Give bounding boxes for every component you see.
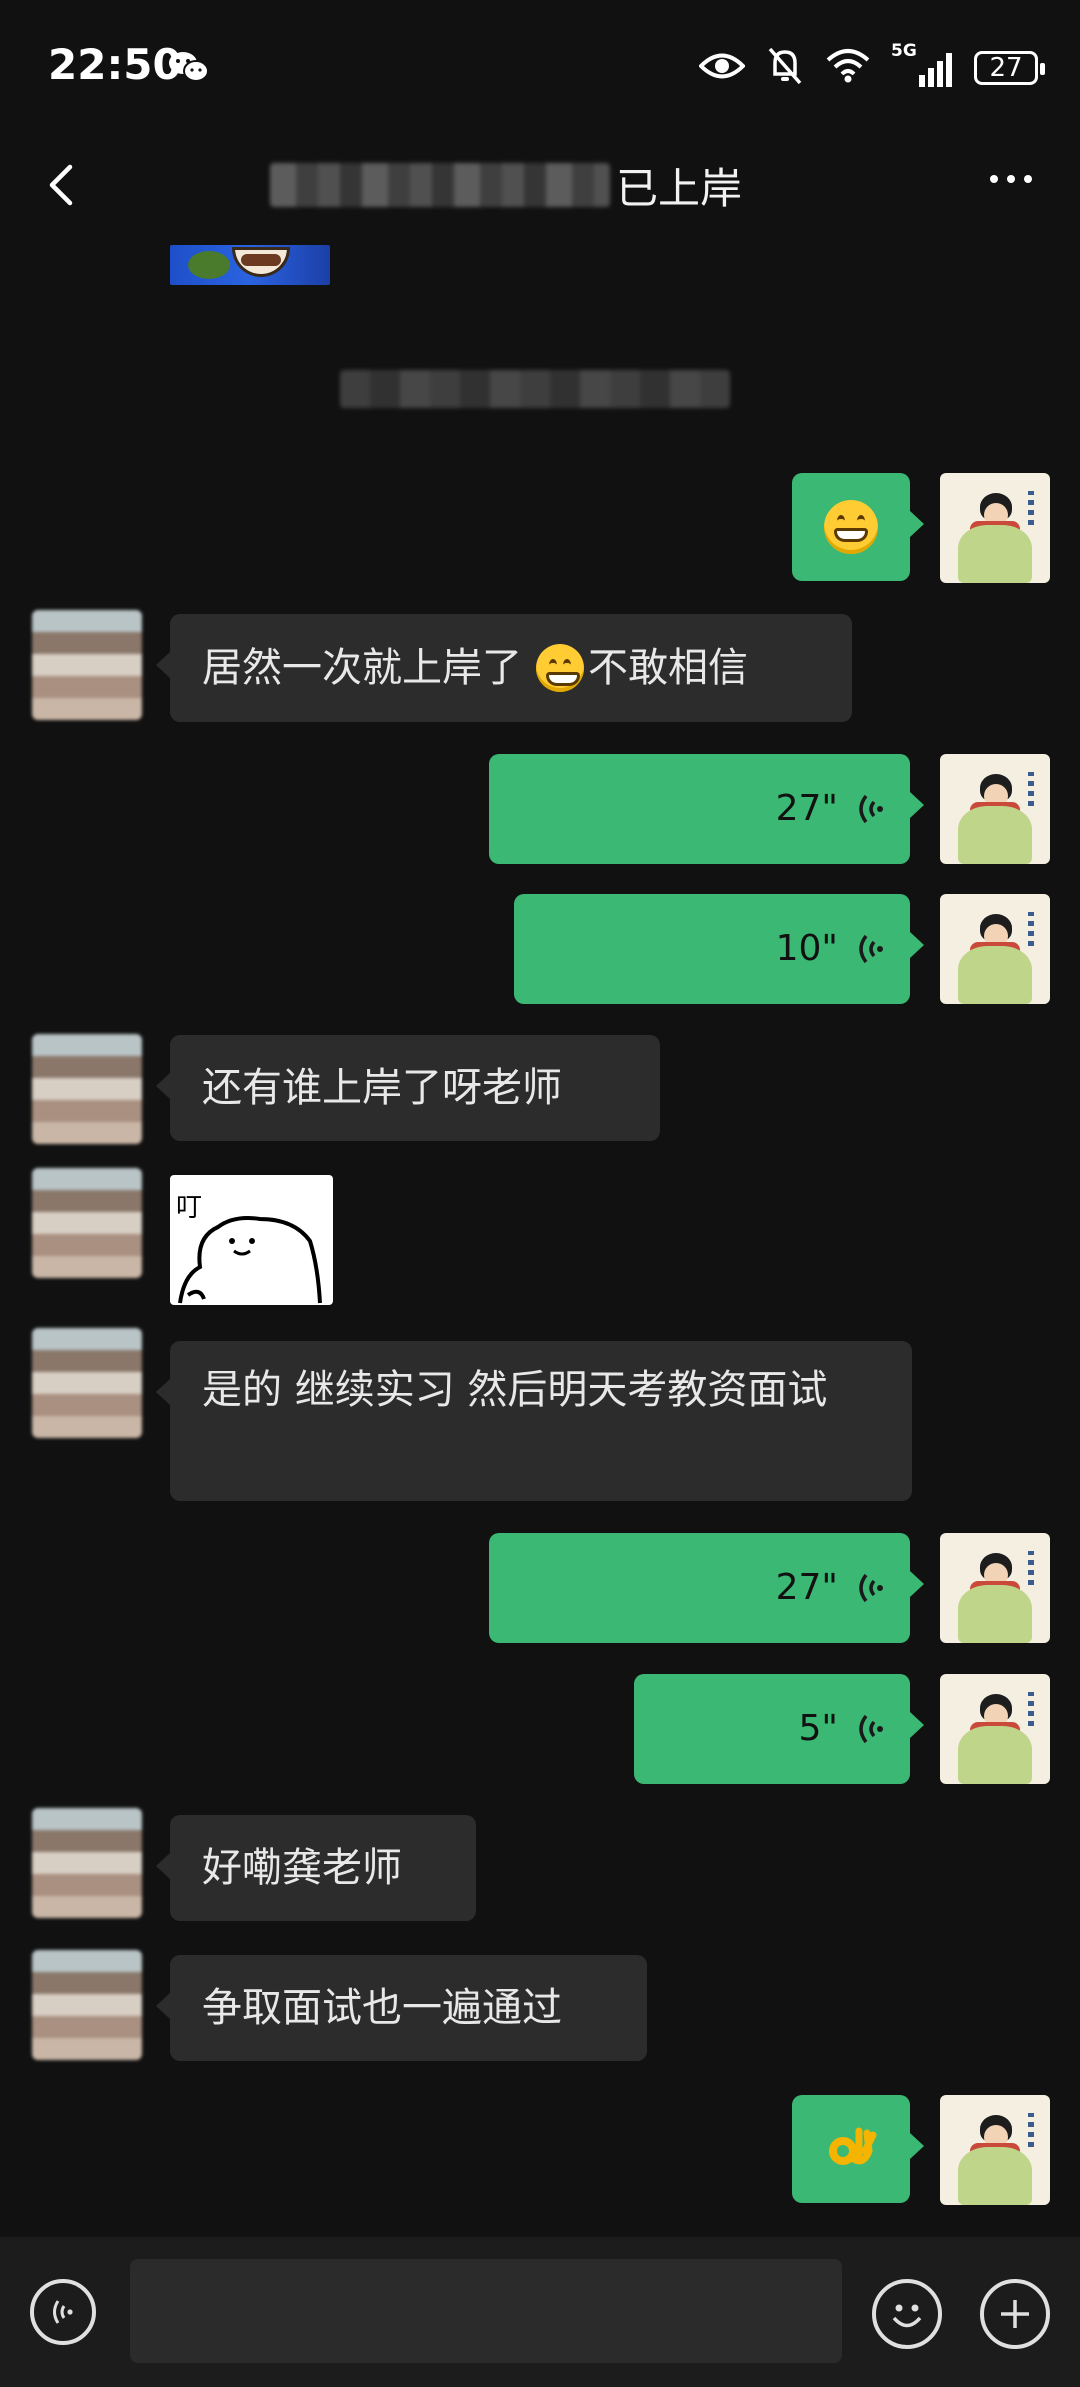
partial-sticker[interactable]	[170, 245, 330, 285]
message-bubble-text[interactable]: 争取面试也一遍通过	[156, 1955, 647, 2061]
my-avatar[interactable]	[940, 2095, 1050, 2205]
voice-message[interactable]: 10"	[514, 894, 924, 1004]
battery-icon: 27	[974, 51, 1045, 85]
voice-wave-icon	[859, 794, 883, 824]
chat-header: 已上岸	[0, 135, 1080, 235]
emoji-icon[interactable]	[872, 2279, 942, 2349]
chat-title-text: 已上岸	[616, 163, 743, 213]
ok-hand-icon	[829, 2127, 877, 2165]
contact-avatar[interactable]	[32, 1808, 142, 1918]
voice-duration: 27"	[775, 1567, 838, 1608]
network-type-label: 5G	[891, 41, 917, 61]
chat-title[interactable]: 已上岸	[270, 155, 742, 215]
voice-duration: 27"	[775, 788, 838, 829]
voice-wave-icon	[859, 1573, 883, 1603]
message-input[interactable]	[130, 2259, 842, 2363]
my-avatar[interactable]	[940, 894, 1050, 1004]
voice-wave-icon	[859, 934, 883, 964]
battery-level: 27	[989, 53, 1023, 83]
eye-icon	[698, 51, 746, 85]
contact-avatar[interactable]	[32, 610, 142, 720]
chat-input-bar	[0, 2237, 1080, 2387]
my-avatar[interactable]	[940, 754, 1050, 864]
message-text: 好嘞龚老师	[202, 1845, 402, 1891]
message-bubble-text[interactable]: 还有谁上岸了呀老师	[156, 1035, 660, 1141]
redacted-timestamp	[340, 370, 730, 408]
message-bubble-text[interactable]: 是的 继续实习 然后明天考教资面试	[156, 1341, 912, 1501]
message-text: 是的 继续实习 然后明天考教资面试	[202, 1367, 828, 1413]
contact-avatar[interactable]	[32, 1328, 142, 1438]
message-text: 还有谁上岸了呀老师	[202, 1065, 562, 1111]
contact-avatar[interactable]	[32, 1168, 142, 1278]
contact-avatar[interactable]	[32, 1034, 142, 1144]
message-text: 争取面试也一遍通过	[202, 1985, 562, 2031]
plus-icon[interactable]	[980, 2279, 1050, 2349]
message-bubble-emoji[interactable]	[792, 473, 924, 581]
signal-icon: 5G	[891, 41, 952, 87]
wifi-icon	[825, 48, 871, 88]
voice-message[interactable]: 27"	[489, 1533, 924, 1643]
redacted-name	[270, 163, 610, 207]
wechat-icon	[168, 50, 210, 88]
more-dots-icon[interactable]	[990, 175, 1032, 183]
grinning-face-icon	[536, 644, 584, 692]
voice-duration: 10"	[775, 928, 838, 969]
voice-input-icon[interactable]	[30, 2279, 96, 2345]
my-avatar[interactable]	[940, 1533, 1050, 1643]
voice-wave-icon	[859, 1714, 883, 1744]
message-text: 居然一次就上岸了	[202, 645, 522, 691]
message-bubble-text[interactable]: 居然一次就上岸了 不敢相信	[156, 614, 852, 722]
message-text: 不敢相信	[588, 645, 748, 691]
voice-message[interactable]: 5"	[634, 1674, 924, 1784]
status-time: 22:50	[48, 40, 182, 89]
status-bar: 22:50 5G 27	[0, 0, 1080, 135]
contact-avatar[interactable]	[32, 1950, 142, 2060]
my-avatar[interactable]	[940, 1674, 1050, 1784]
message-bubble-text[interactable]: 好嘞龚老师	[156, 1815, 476, 1921]
mute-bell-icon	[767, 46, 803, 90]
my-avatar[interactable]	[940, 473, 1050, 583]
grinning-face-icon	[824, 500, 878, 554]
back-chevron-icon[interactable]	[40, 157, 90, 213]
voice-message[interactable]: 27"	[489, 754, 924, 864]
message-bubble-emoji[interactable]	[792, 2095, 924, 2203]
voice-duration: 5"	[798, 1708, 838, 1749]
sticker-image[interactable]: 叮	[170, 1175, 333, 1305]
